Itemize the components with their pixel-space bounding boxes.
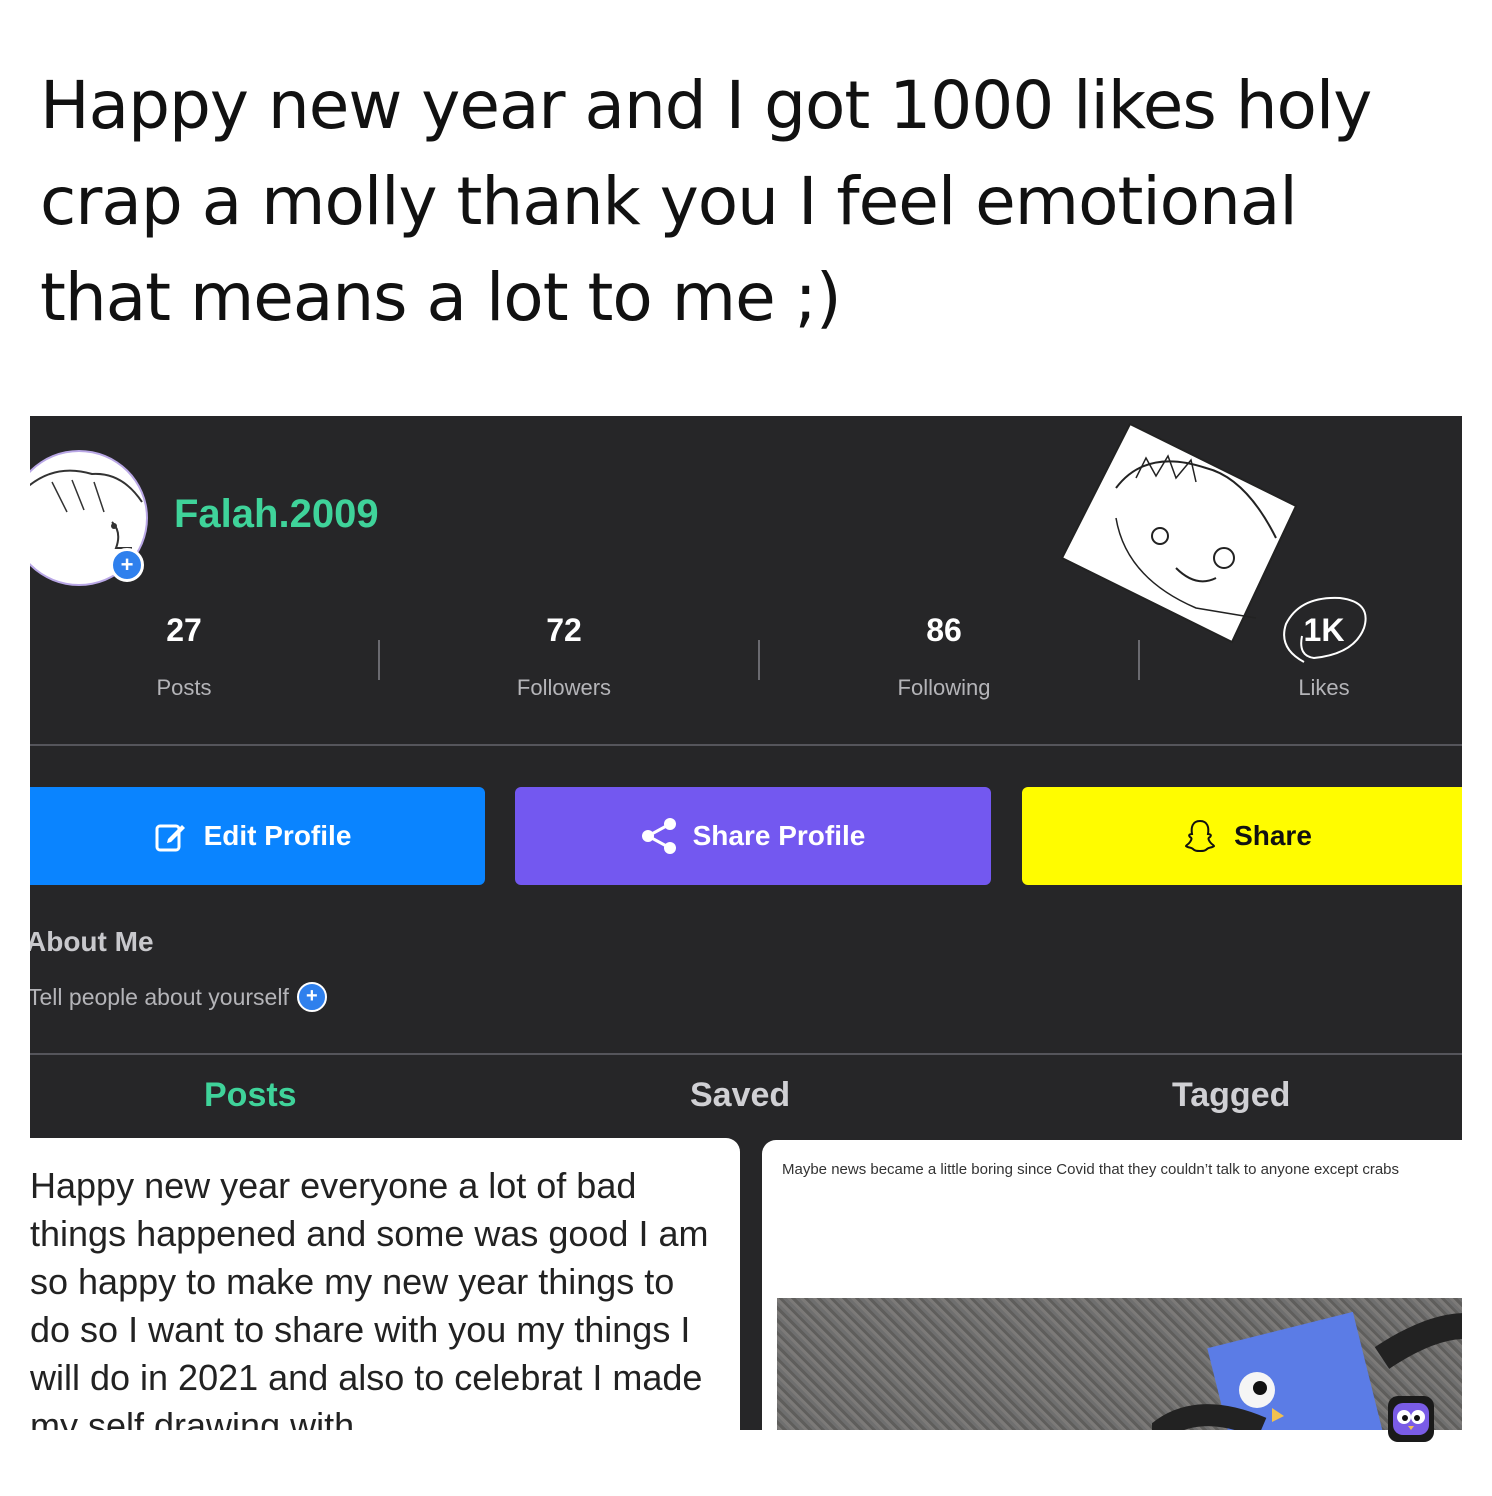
edit-icon — [155, 824, 185, 852]
share-profile-button[interactable]: Share Profile — [515, 787, 991, 885]
profile-screen: + Falah.2009 27 Posts 72 Followers 86 Fo… — [30, 416, 1462, 1430]
share-label: Share — [1234, 820, 1312, 851]
add-avatar-icon[interactable]: + — [110, 548, 144, 582]
tab-posts[interactable]: Posts — [204, 1076, 297, 1115]
owl-app-logo — [1388, 1396, 1434, 1442]
share-icon — [641, 818, 676, 854]
stat-label: Posts — [156, 675, 212, 700]
meme-caption: Happy new year and I got 1000 likes holy… — [40, 67, 1372, 336]
divider — [30, 1053, 1462, 1055]
share-profile-label: Share Profile — [692, 820, 866, 851]
post-text: Maybe news became a little boring since … — [782, 1161, 1400, 1178]
about-prompt[interactable]: Tell people about yourself + — [30, 982, 327, 1012]
edit-profile-label: Edit Profile — [203, 820, 352, 851]
edit-profile-button[interactable]: Edit Profile — [30, 787, 485, 885]
stat-label: Likes — [1298, 675, 1350, 700]
stat-value: 72 — [546, 612, 582, 648]
post-card[interactable]: Happy new year everyone a lot of bad thi… — [30, 1138, 740, 1430]
hand-drawn-circle — [1283, 596, 1367, 663]
divider — [30, 744, 1462, 746]
about-heading: About Me — [30, 926, 154, 957]
owl-icon — [1393, 1403, 1429, 1435]
stat-divider — [1138, 640, 1140, 680]
snapchat-ghost-icon — [1185, 819, 1216, 852]
add-about-icon[interactable]: + — [296, 982, 327, 1012]
stat-divider — [378, 640, 380, 680]
tab-tagged[interactable]: Tagged — [1172, 1076, 1290, 1115]
stat-divider — [758, 640, 760, 680]
stat-label: Followers — [516, 675, 612, 700]
tab-saved[interactable]: Saved — [690, 1076, 790, 1115]
about-prompt-text: Tell people about yourself — [30, 983, 289, 1010]
stat-value: 27 — [166, 612, 202, 648]
stat-value: 86 — [926, 612, 962, 648]
stat-posts[interactable]: 27 Posts — [34, 612, 334, 701]
stat-following[interactable]: 86 Following — [794, 612, 1094, 701]
stat-label: Following — [897, 675, 991, 700]
username: Falah.2009 — [174, 492, 379, 536]
post-card[interactable]: Maybe news became a little boring since … — [762, 1140, 1462, 1430]
stat-followers[interactable]: 72 Followers — [414, 612, 714, 701]
snapchat-share-button[interactable]: Share — [1022, 787, 1462, 885]
post-text: Happy new year everyone a lot of bad thi… — [30, 1165, 709, 1430]
